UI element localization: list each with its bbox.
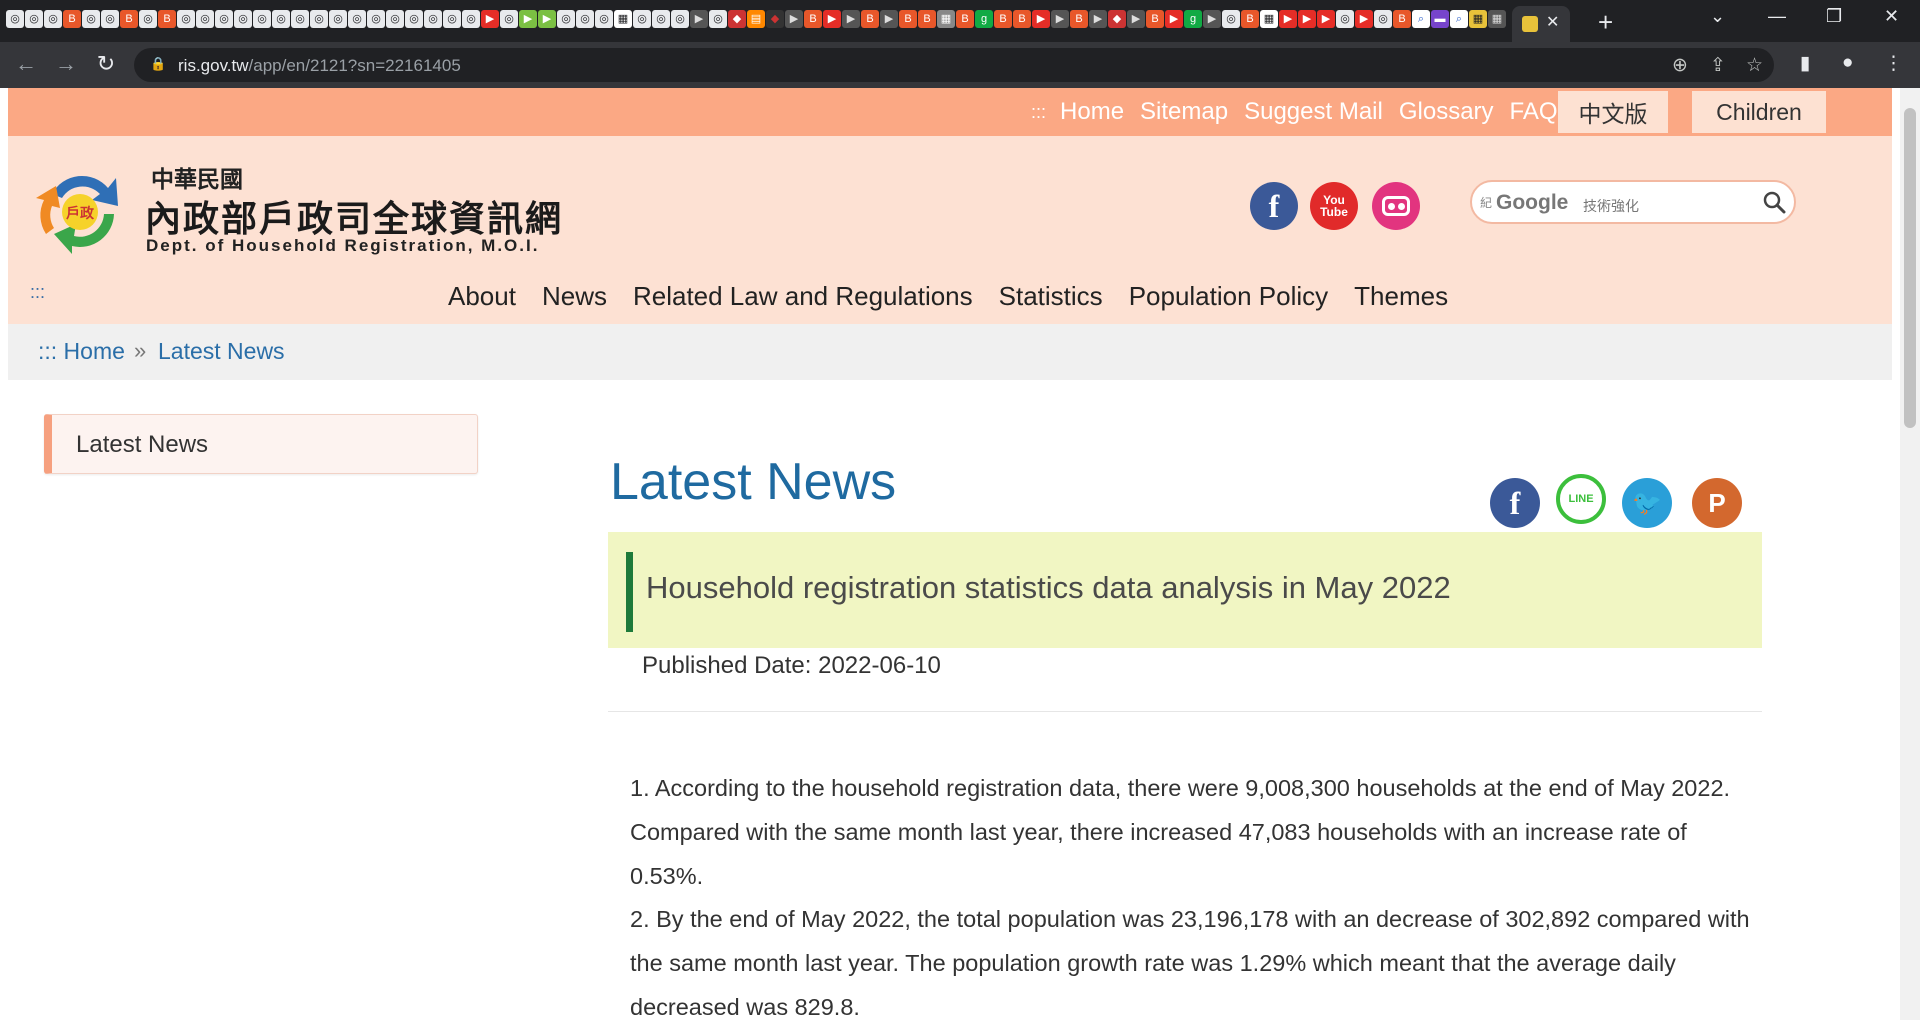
sidebar-item-latest-news[interactable]: Latest News — [44, 414, 478, 474]
utility-bar: ::: Home Sitemap Suggest Mail Glossary F… — [8, 88, 1892, 136]
active-tab[interactable]: ✕ — [1512, 6, 1570, 42]
sidebar-item-label: Latest News — [76, 431, 209, 458]
link-suggest-mail[interactable]: Suggest Mail — [1244, 98, 1383, 126]
link-home[interactable]: Home — [1060, 98, 1124, 126]
url-text[interactable]: ris.gov.tw/app/en/2121?sn=22161405 — [178, 56, 461, 76]
minimize-icon[interactable]: — — [1768, 6, 1786, 27]
nav-population-policy[interactable]: Population Policy — [1129, 281, 1328, 312]
flickr-icon[interactable] — [1372, 182, 1420, 230]
page-title: Latest News — [610, 453, 897, 511]
restore-icon[interactable]: ❐ — [1826, 6, 1842, 27]
share-twitter-icon[interactable]: 🐦 — [1622, 478, 1672, 528]
published-date: Published Date: 2022-06-10 — [642, 652, 941, 679]
link-sitemap[interactable]: Sitemap — [1140, 98, 1228, 126]
article-title-box: Household registration statistics data a… — [608, 532, 1762, 648]
breadcrumb: ::: Home » Latest News — [8, 324, 1892, 380]
youtube-icon[interactable]: You Tube — [1310, 182, 1358, 230]
children-button[interactable]: Children — [1692, 91, 1826, 133]
divider — [608, 711, 1762, 712]
forward-arrow-icon[interactable]: → — [52, 50, 80, 78]
org-name-chinese-small: 中華民國 — [151, 167, 243, 193]
tab-favicons[interactable]: ◎ ◎ ◎ B ◎ ◎ B ◎ B ◎ ◎ ◎ ◎ ◎ ◎ ◎ ◎ ◎ ◎ ◎ ◎ ◎ ◎ ◎ ◎ ▶ ◎ ▶ ▶ ◎ ◎ ◎ ▦ ◎ ◎ ◎ ▶ ◎ ◆ ▤… — [6, 10, 1506, 30]
active-tab-favicon — [1522, 16, 1538, 32]
tab-close-icon[interactable]: ✕ — [1546, 12, 1559, 32]
nav-news[interactable]: News — [542, 281, 607, 312]
scrollbar-thumb[interactable] — [1904, 108, 1916, 428]
nav-accesskey-dots[interactable]: ::: — [30, 282, 45, 303]
google-brand: Google — [1496, 191, 1569, 214]
side-panel-icon[interactable]: ▮ — [1800, 52, 1810, 75]
tab-search-chevron-icon[interactable]: ⌄ — [1710, 6, 1725, 27]
article-paragraph-2: 2. By the end of May 2022, the total pop… — [630, 906, 1750, 1020]
share-icon[interactable]: ⇪ — [1710, 54, 1726, 77]
reload-icon[interactable]: ↻ — [92, 50, 120, 78]
breadcrumb-home[interactable]: ::: Home — [38, 338, 125, 365]
search-powered-text: 技術強化 — [1583, 198, 1639, 214]
org-name-chinese[interactable]: 內政部戶政司全球資訊網 — [145, 190, 563, 242]
profile-icon[interactable]: ● — [1842, 52, 1853, 74]
nav-about[interactable]: About — [448, 281, 516, 312]
breadcrumb-current[interactable]: Latest News — [158, 338, 285, 365]
chinese-version-button[interactable]: 中文版 — [1558, 91, 1668, 133]
link-glossary[interactable]: Glossary — [1399, 98, 1494, 126]
page-scrollbar[interactable] — [1900, 88, 1920, 1020]
nav-themes[interactable]: Themes — [1354, 281, 1448, 312]
web-page: ::: Home Sitemap Suggest Mail Glossary F… — [0, 88, 1900, 1020]
search-prefix: 紀 — [1480, 196, 1493, 210]
facebook-icon[interactable]: f — [1250, 182, 1298, 230]
share-plurk-icon[interactable]: P — [1692, 478, 1742, 528]
breadcrumb-separator: » — [134, 338, 147, 363]
browser-toolbar: ← → ↻ 🔒 ris.gov.tw/app/en/2121?sn=221614… — [0, 42, 1920, 88]
utility-links: ::: Home Sitemap Suggest Mail Glossary F… — [1031, 88, 1586, 136]
title-accent-bar — [626, 552, 633, 632]
svg-text:戶政: 戶政 — [66, 205, 95, 222]
article-title: Household registration statistics data a… — [646, 570, 1451, 605]
google-search-box[interactable]: 紀 Google 技術強化 — [1470, 180, 1796, 224]
zoom-icon[interactable]: ⊕ — [1672, 54, 1688, 77]
accesskey-dots[interactable]: ::: — [1031, 102, 1046, 123]
search-icon[interactable] — [1762, 190, 1786, 214]
window-close-icon[interactable]: ✕ — [1884, 6, 1899, 27]
new-tab-plus-icon[interactable]: + — [1598, 7, 1613, 38]
ministry-logo-icon[interactable]: 戶政 — [32, 164, 128, 254]
lock-icon: 🔒 — [150, 56, 167, 71]
article-paragraph-1: 1. According to the household registrati… — [630, 775, 1731, 889]
share-line-icon[interactable]: LINE — [1556, 474, 1606, 524]
browser-tab-strip: ◎ ◎ ◎ B ◎ ◎ B ◎ B ◎ ◎ ◎ ◎ ◎ ◎ ◎ ◎ ◎ ◎ ◎ ◎ ◎ ◎ ◎ ◎ ▶ ◎ ▶ ▶ ◎ ◎ ◎ ▦ ◎ ◎ ◎ ▶ ◎ ◆ ▤… — [0, 0, 1920, 42]
nav-statistics[interactable]: Statistics — [999, 281, 1103, 312]
back-arrow-icon[interactable]: ← — [12, 50, 40, 78]
main-navigation: ::: About News Related Law and Regulatio… — [8, 268, 1892, 324]
site-header: 戶政 中華民國 內政部戶政司全球資訊網 Dept. of Household R… — [8, 136, 1892, 268]
bookmark-star-icon[interactable]: ☆ — [1746, 54, 1763, 77]
share-facebook-icon[interactable]: f — [1490, 478, 1540, 528]
menu-kebab-icon[interactable]: ⋮ — [1884, 52, 1903, 75]
nav-law-regulations[interactable]: Related Law and Regulations — [633, 281, 973, 312]
org-name-english: Dept. of Household Registration, M.O.I. — [146, 236, 540, 255]
address-bar[interactable]: 🔒 ris.gov.tw/app/en/2121?sn=22161405 ⊕ ⇪… — [134, 48, 1774, 82]
